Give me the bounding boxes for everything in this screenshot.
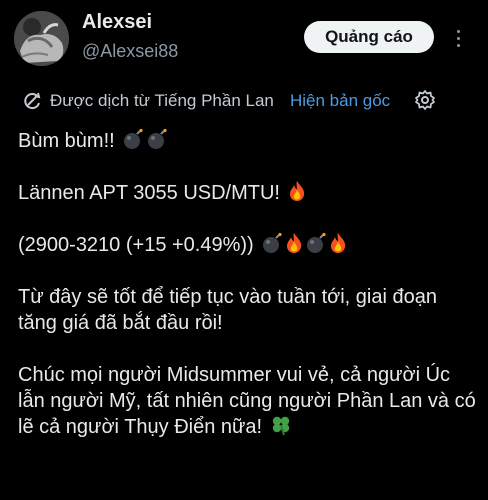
fire-emoji-icon: [287, 233, 302, 253]
show-original-link[interactable]: Hiện bản gốc: [290, 91, 390, 111]
bomb-emoji-icon: [148, 128, 167, 149]
tweet-line: Chúc mọi người Midsummer vui vẻ, cả ngườ…: [18, 362, 478, 440]
four-leaf-clover-emoji-icon: [272, 416, 289, 436]
translation-bar: Được dịch từ Tiếng Phần Lan Hiện bản gốc: [22, 88, 472, 114]
author-handle[interactable]: @Alexsei88: [82, 41, 178, 62]
fire-emoji-icon: [331, 233, 346, 253]
tweet-line: Bùm bùm!!: [18, 128, 478, 154]
avatar[interactable]: [14, 11, 69, 66]
more-vertical-icon[interactable]: [452, 28, 466, 48]
bomb-emoji-icon: [263, 232, 282, 253]
tweet-line: Lännen APT 3055 USD/MTU!: [18, 180, 478, 206]
fire-emoji-icon: [289, 181, 304, 201]
bomb-emoji-icon: [124, 128, 143, 149]
bomb-emoji-icon: [307, 232, 326, 253]
translate-icon: [22, 91, 42, 111]
settings-icon[interactable]: [414, 89, 436, 111]
author-name[interactable]: Alexsei: [82, 11, 152, 34]
translated-from-label: Được dịch từ Tiếng Phần Lan: [50, 91, 274, 110]
bull-statue-avatar-icon: [14, 11, 69, 66]
tweet-line: Từ đây sẽ tốt để tiếp tục vào tuần tới, …: [18, 286, 437, 334]
tweet-line-text: Bùm bùm!!: [18, 130, 115, 152]
tweet-line: (2900-3210 (+15 +0.49%)): [18, 232, 478, 258]
tweet-line-text: (2900-3210 (+15 +0.49%)): [18, 234, 254, 256]
tweet-header: Alexsei @Alexsei88 Quảng cáo: [0, 0, 488, 80]
ad-button[interactable]: Quảng cáo: [304, 21, 434, 53]
tweet-line-text: Chúc mọi người Midsummer vui vẻ, cả ngườ…: [18, 364, 476, 438]
tweet-line-text: Lännen APT 3055 USD/MTU!: [18, 182, 280, 204]
tweet-text: Bùm bùm!! Lännen APT 3055 USD/MTU! (2900…: [18, 128, 478, 440]
